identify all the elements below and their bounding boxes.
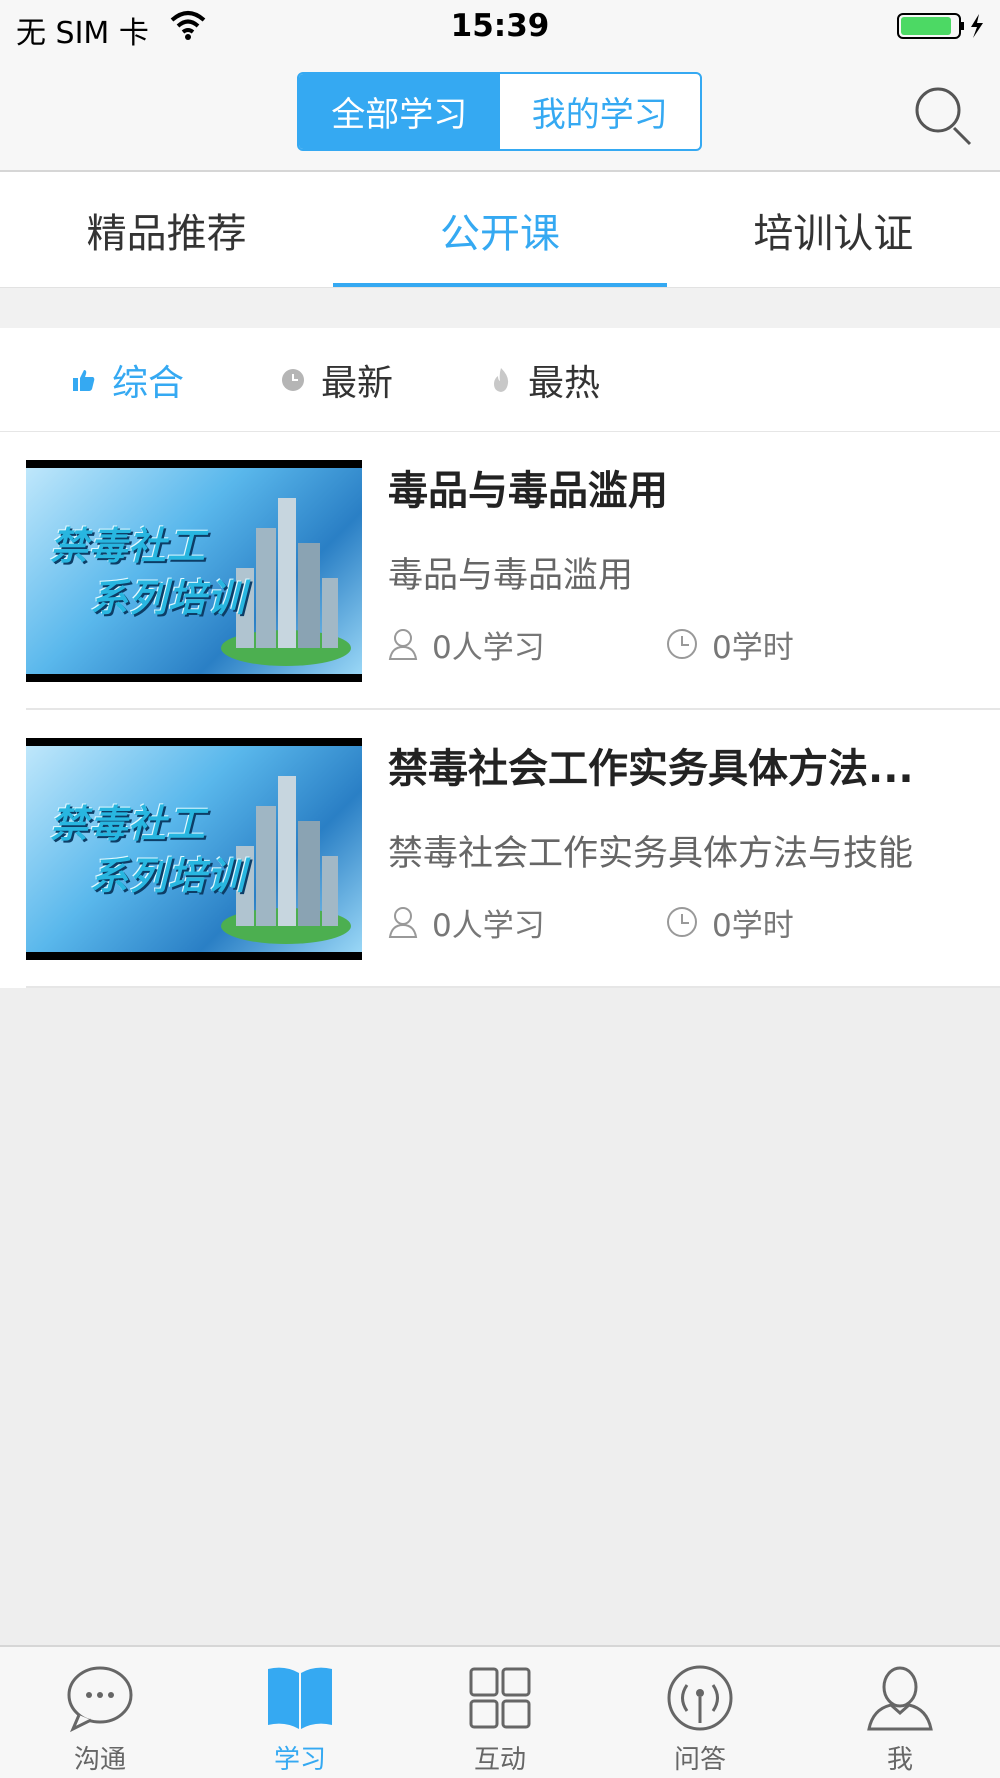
broadcast-icon xyxy=(667,1665,733,1731)
book-icon xyxy=(268,1667,332,1729)
course-list: 禁毒社工 系列培训 毒品与毒品滥用 毒品与毒品滥用 0人学习 0学时 禁毒社工 … xyxy=(0,432,1000,988)
sort-label: 最新 xyxy=(321,363,394,404)
course-description: 毒品与毒品滥用 xyxy=(388,556,634,596)
person-outline-icon xyxy=(388,907,418,938)
tab-featured[interactable]: 精品推荐 xyxy=(0,172,333,287)
search-icon[interactable] xyxy=(912,84,976,148)
course-card[interactable]: 禁毒社工 系列培训 毒品与毒品滥用 毒品与毒品滥用 0人学习 0学时 xyxy=(26,432,1000,710)
tabbar-label: 互动 xyxy=(473,1745,526,1775)
clock-icon xyxy=(282,369,304,391)
tabbar-label: 学习 xyxy=(273,1745,326,1775)
course-description: 禁毒社会工作实务具体方法与技能 xyxy=(388,834,914,874)
tabbar-interaction[interactable]: 互动 xyxy=(400,1647,600,1778)
person-outline-icon xyxy=(388,629,418,660)
segment-all-learning[interactable]: 全部学习 xyxy=(299,74,500,149)
tabbar-label: 问答 xyxy=(673,1745,726,1775)
thumbs-up-icon xyxy=(73,370,95,391)
status-bar: 无 SIM 卡 15:39 xyxy=(0,0,1000,54)
grid-icon xyxy=(469,1667,531,1729)
tabbar-chat[interactable]: 沟通 xyxy=(0,1647,200,1778)
learner-count: 0人学习 xyxy=(388,624,545,666)
learner-count: 0人学习 xyxy=(388,902,545,944)
sort-label: 最热 xyxy=(528,363,601,404)
tabbar-qa[interactable]: 问答 xyxy=(600,1647,800,1778)
nav-header: 全部学习 我的学习 xyxy=(0,54,1000,172)
clock-outline-icon xyxy=(667,629,697,659)
tab-open-course[interactable]: 公开课 xyxy=(333,172,667,287)
thumbnail-caption: 禁毒社工 系列培训 xyxy=(50,524,247,620)
segment-my-learning[interactable]: 我的学习 xyxy=(500,74,701,149)
thumbnail-caption: 禁毒社工 系列培训 xyxy=(50,802,247,898)
course-title: 禁毒社会工作实务具体方法... xyxy=(388,746,914,792)
course-thumbnail: 禁毒社工 系列培训 xyxy=(26,460,362,682)
battery-icon xyxy=(897,13,983,39)
course-hours: 0学时 xyxy=(666,624,794,666)
person-icon xyxy=(867,1666,933,1731)
tabbar-me[interactable]: 我 xyxy=(800,1647,1000,1778)
bottom-tab-bar: 沟通 学习 互动 问答 我 xyxy=(0,1645,1000,1778)
section-divider xyxy=(0,288,1000,328)
course-card[interactable]: 禁毒社工 系列培训 禁毒社会工作实务具体方法... 禁毒社会工作实务具体方法与技… xyxy=(26,710,1000,988)
course-hours: 0学时 xyxy=(666,902,794,944)
course-title: 毒品与毒品滥用 xyxy=(388,468,668,514)
learning-scope-switch: 全部学习 我的学习 xyxy=(297,72,702,151)
clock: 15:39 xyxy=(450,8,550,44)
sort-bar: 综合 最新 最热 xyxy=(0,328,1000,432)
tab-certification[interactable]: 培训认证 xyxy=(667,172,1000,287)
tabbar-label: 我 xyxy=(886,1745,913,1775)
course-thumbnail: 禁毒社工 系列培训 xyxy=(26,738,362,960)
category-tabs: 精品推荐 公开课 培训认证 xyxy=(0,172,1000,288)
flame-icon xyxy=(494,368,509,392)
tabbar-learning[interactable]: 学习 xyxy=(200,1647,400,1778)
chat-icon xyxy=(67,1666,133,1733)
tabbar-label: 沟通 xyxy=(73,1745,126,1775)
sort-label: 综合 xyxy=(112,363,185,404)
sort-comprehensive[interactable]: 综合 xyxy=(72,328,184,432)
sort-newest[interactable]: 最新 xyxy=(281,328,393,432)
sort-hottest[interactable]: 最热 xyxy=(490,328,600,432)
clock-outline-icon xyxy=(667,907,697,937)
